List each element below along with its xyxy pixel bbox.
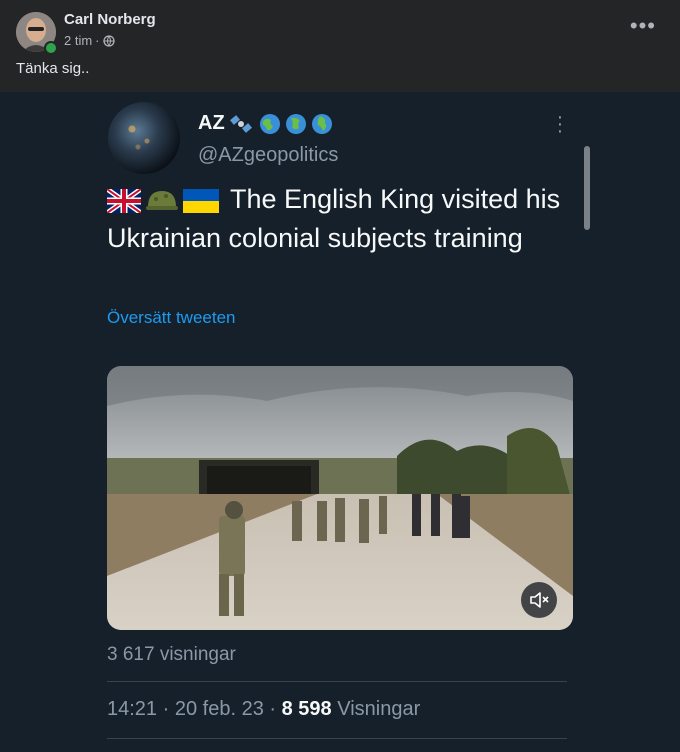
divider: [107, 681, 567, 682]
tweet-more-icon: · · ·: [556, 106, 564, 142]
post-text: Tänka sig..: [16, 60, 90, 77]
globe-emoji: [285, 113, 306, 134]
stamp-separator: ·: [162, 698, 170, 720]
online-status-icon: [44, 41, 58, 55]
mute-toggle-button[interactable]: [521, 582, 557, 618]
tweet-video[interactable]: [107, 366, 573, 630]
tweet-display-name: AZ: [198, 112, 333, 135]
video-frame: [107, 366, 573, 630]
speaker-muted-icon: [530, 592, 549, 608]
globe-icon[interactable]: [102, 34, 115, 47]
tweet-body: The English King visited his Ukrainian c…: [107, 180, 577, 258]
tweet-handle: @AZgeopolitics: [198, 144, 339, 166]
globe-emoji: [259, 113, 280, 134]
divider: [107, 738, 567, 739]
post-meta: 2 tim ·: [64, 33, 115, 48]
tweet-name-text: AZ: [198, 112, 225, 134]
military-helmet-emoji: [146, 190, 178, 210]
tweet-views-count: 8 598: [281, 698, 332, 720]
tweet-timestamp: 14:21 · 20 feb. 23 · 8 598 Visningar: [107, 698, 420, 721]
translate-tweet-link[interactable]: Översätt tweeten: [107, 308, 236, 328]
stamp-separator: ·: [269, 698, 277, 720]
uk-flag-emoji: [107, 188, 141, 213]
post-time[interactable]: 2 tim: [64, 33, 92, 48]
tweet-avatar: [108, 102, 180, 174]
ukraine-flag-emoji: [183, 188, 219, 213]
tweet-time: 14:21: [107, 698, 158, 720]
meta-separator: ·: [95, 33, 100, 48]
satellite-emoji: [229, 114, 252, 133]
tweet-views-label: Visningar: [337, 698, 421, 720]
scrollbar: [584, 146, 590, 230]
post-author-name[interactable]: Carl Norberg: [64, 11, 156, 28]
tweet-date: 20 feb. 23: [174, 698, 264, 720]
video-view-count: 3 617 visningar: [107, 644, 236, 665]
more-options-button[interactable]: •••: [630, 15, 656, 37]
globe-emoji: [311, 113, 332, 134]
